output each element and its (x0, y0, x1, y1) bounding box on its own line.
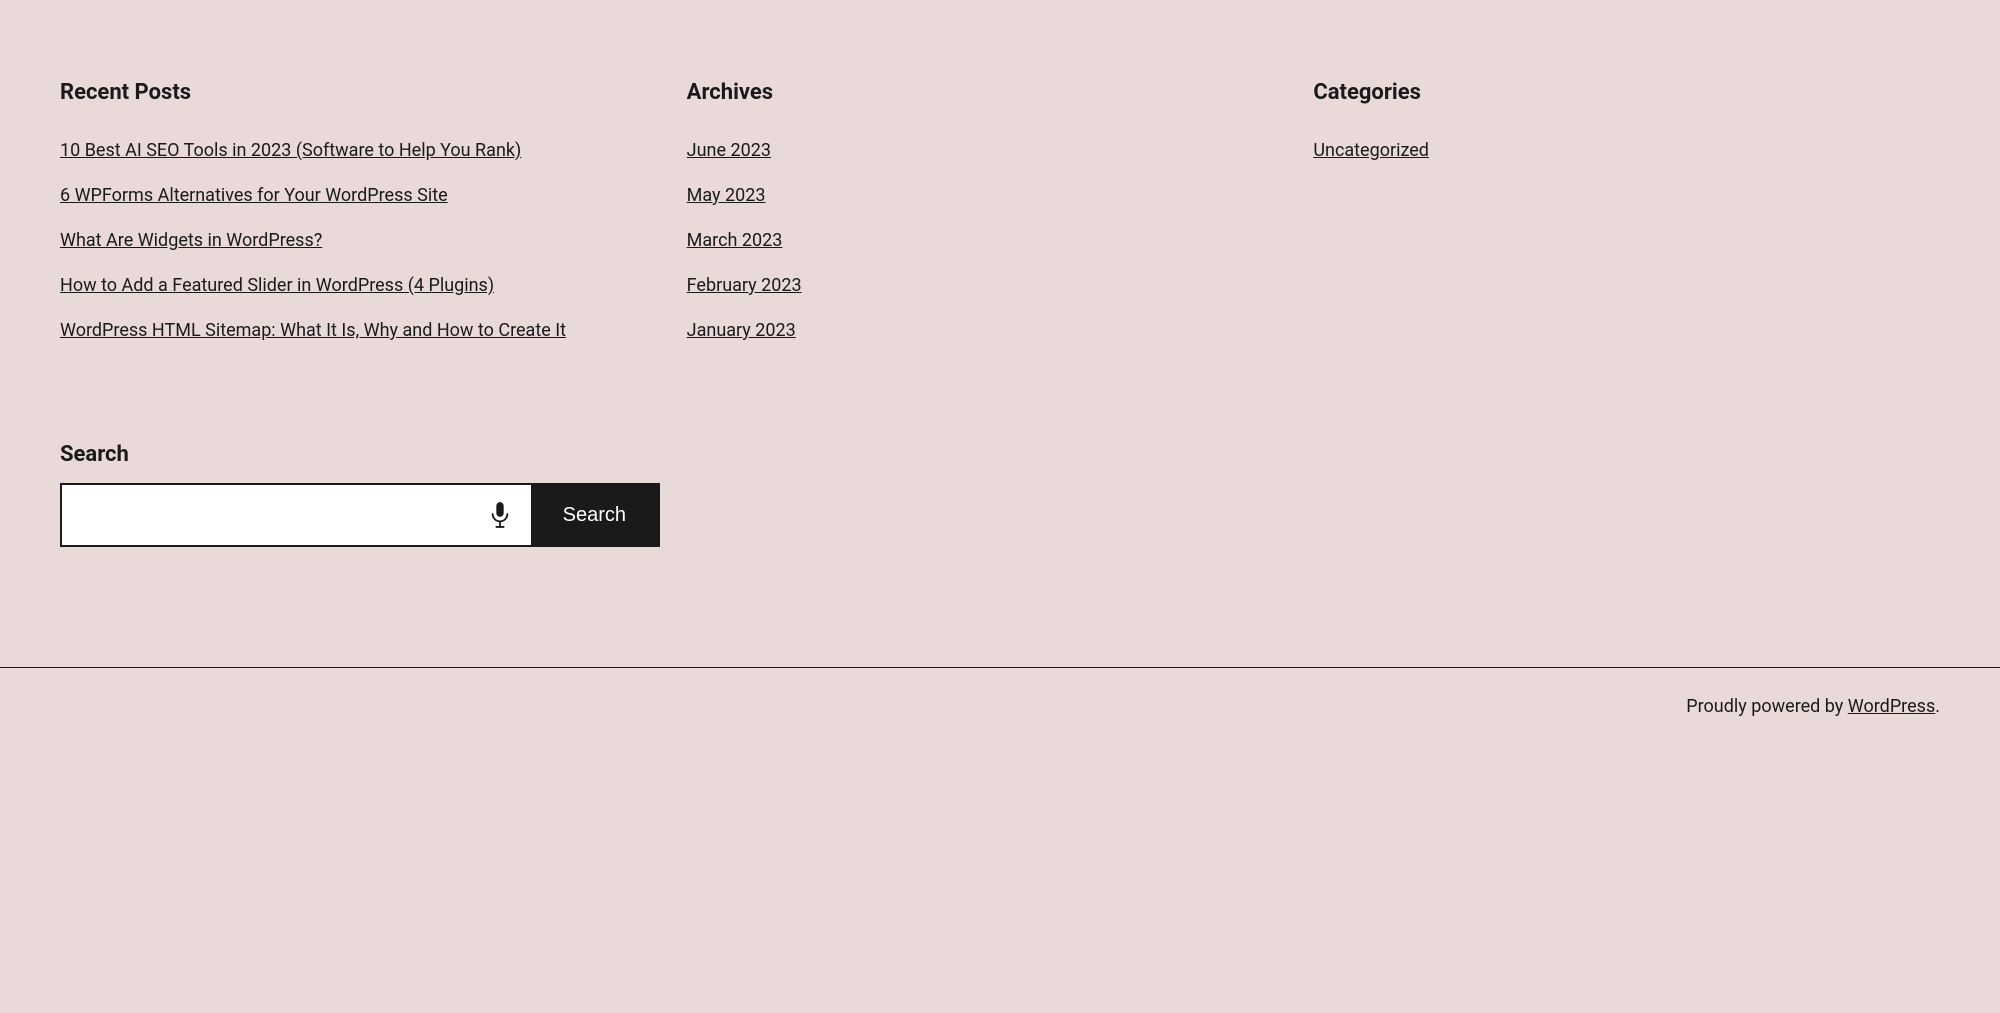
search-label: Search (60, 442, 660, 467)
categories-widget: Categories Uncategorized (1313, 80, 1940, 182)
archive-link-4[interactable]: February 2023 (687, 275, 802, 296)
list-item: January 2023 (687, 317, 1274, 344)
recent-post-link-5[interactable]: WordPress HTML Sitemap: What It Is, Why … (60, 320, 566, 341)
archives-title: Archives (687, 80, 1274, 105)
search-button[interactable]: Search (531, 485, 658, 545)
recent-post-link-1[interactable]: 10 Best AI SEO Tools in 2023 (Software t… (60, 140, 521, 161)
recent-post-link-3[interactable]: What Are Widgets in WordPress? (60, 230, 322, 251)
categories-title: Categories (1313, 80, 1900, 105)
widgets-row: Recent Posts 10 Best AI SEO Tools in 202… (60, 80, 1940, 362)
search-bar: Search (60, 483, 660, 547)
recent-posts-title: Recent Posts (60, 80, 647, 105)
search-input-wrapper (62, 485, 531, 545)
list-item: 6 WPForms Alternatives for Your WordPres… (60, 182, 647, 209)
recent-post-link-2[interactable]: 6 WPForms Alternatives for Your WordPres… (60, 185, 448, 206)
main-content: Recent Posts 10 Best AI SEO Tools in 202… (0, 0, 2000, 587)
list-item: 10 Best AI SEO Tools in 2023 (Software t… (60, 137, 647, 164)
archive-link-3[interactable]: March 2023 (687, 230, 783, 251)
footer-text: Proudly powered by (1686, 696, 1848, 717)
list-item: March 2023 (687, 227, 1274, 254)
categories-list: Uncategorized (1313, 137, 1900, 164)
category-link-1[interactable]: Uncategorized (1313, 140, 1429, 161)
microphone-icon[interactable] (481, 501, 519, 529)
list-item: June 2023 (687, 137, 1274, 164)
wordpress-link[interactable]: WordPress (1848, 696, 1935, 717)
footer-bottom: Proudly powered by WordPress. (0, 668, 2000, 745)
list-item: WordPress HTML Sitemap: What It Is, Why … (60, 317, 647, 344)
search-section: Search Search (60, 442, 660, 547)
recent-posts-widget: Recent Posts 10 Best AI SEO Tools in 202… (60, 80, 687, 362)
archives-list: June 2023 May 2023 March 2023 February 2… (687, 137, 1274, 344)
list-item: How to Add a Featured Slider in WordPres… (60, 272, 647, 299)
recent-posts-list: 10 Best AI SEO Tools in 2023 (Software t… (60, 137, 647, 344)
search-input[interactable] (74, 505, 481, 526)
recent-post-link-4[interactable]: How to Add a Featured Slider in WordPres… (60, 275, 494, 296)
list-item: Uncategorized (1313, 137, 1900, 164)
list-item: May 2023 (687, 182, 1274, 209)
footer-period: . (1935, 696, 1940, 717)
archive-link-1[interactable]: June 2023 (687, 140, 771, 161)
archive-link-2[interactable]: May 2023 (687, 185, 766, 206)
list-item: February 2023 (687, 272, 1274, 299)
archive-link-5[interactable]: January 2023 (687, 320, 796, 341)
list-item: What Are Widgets in WordPress? (60, 227, 647, 254)
archives-widget: Archives June 2023 May 2023 March 2023 F… (687, 80, 1314, 362)
